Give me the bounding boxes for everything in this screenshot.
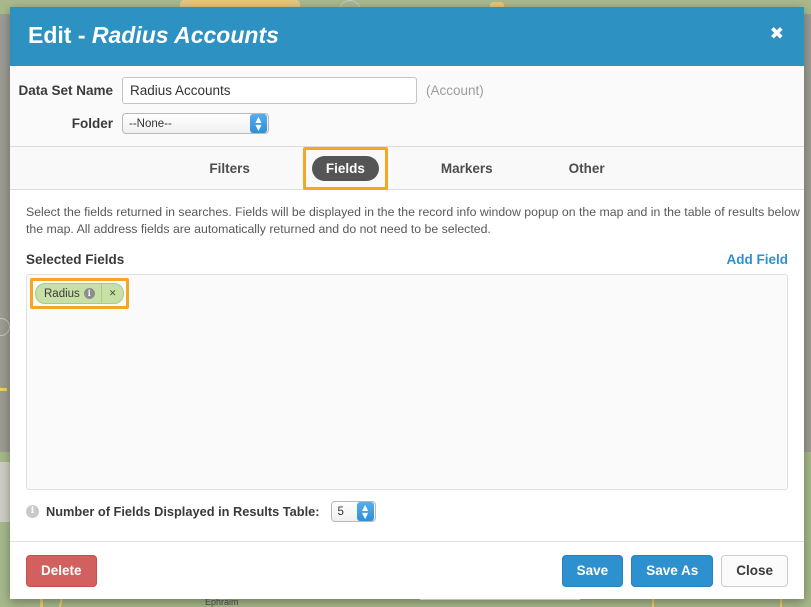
delete-button[interactable]: Delete	[26, 554, 97, 587]
tab-bar: Filters Fields Markers Other	[10, 146, 804, 190]
field-chip-label: Radius	[44, 287, 80, 300]
modal-header: Edit - Radius Accounts ✖	[10, 7, 804, 66]
num-fields-select-value: 5	[337, 505, 344, 518]
num-fields-label: Number of Fields Displayed in Results Ta…	[46, 504, 320, 519]
chevron-updown-icon: ▲ ▼	[356, 502, 374, 521]
selected-fields-label: Selected Fields	[26, 252, 125, 267]
info-icon[interactable]: i	[83, 288, 95, 299]
object-type-label: (Account)	[426, 83, 484, 98]
info-icon[interactable]: i	[26, 505, 39, 518]
folder-select[interactable]: --None-- ▲ ▼	[122, 113, 269, 134]
num-fields-select[interactable]: 5 ▲ ▼	[330, 501, 376, 522]
map-area-light	[0, 462, 10, 522]
dataset-name-label: Data Set Name	[18, 83, 113, 98]
selected-fields-box[interactable]: Radius i ✕	[26, 274, 788, 490]
tab-filters[interactable]: Filters	[195, 156, 264, 181]
num-fields-row: i Number of Fields Displayed in Results …	[26, 501, 788, 522]
save-as-button[interactable]: Save As	[631, 554, 714, 587]
dataset-meta-area: Data Set Name (Account) Folder --None-- …	[10, 66, 804, 147]
chevron-updown-icon: ▲ ▼	[250, 114, 267, 133]
dataset-name-input[interactable]	[122, 77, 417, 104]
field-chip-radius[interactable]: Radius i ✕	[35, 283, 125, 304]
selected-fields-header-row: Selected Fields Add Field	[26, 252, 788, 267]
tab-fields[interactable]: Fields	[302, 146, 388, 190]
tab-other[interactable]: Other	[555, 156, 619, 181]
save-button[interactable]: Save	[561, 554, 624, 587]
footer-right-actions: Save Save As Close	[561, 554, 788, 587]
folder-row: Folder --None-- ▲ ▼	[10, 110, 804, 137]
modal-title: Edit - Radius Accounts	[28, 22, 279, 49]
remove-icon[interactable]: ✕	[100, 284, 124, 303]
edit-dataset-modal: Edit - Radius Accounts ✖ Data Set Name (…	[10, 7, 804, 599]
close-button[interactable]: Close	[721, 554, 788, 587]
modal-title-name: Radius Accounts	[91, 22, 279, 48]
tab-markers[interactable]: Markers	[427, 156, 507, 181]
close-icon[interactable]: ✖	[770, 26, 784, 43]
field-chip-wrapper: Radius i ✕	[29, 278, 130, 309]
folder-select-value: --None--	[129, 117, 172, 130]
modal-footer: Delete Save Save As Close	[10, 541, 804, 599]
add-field-link[interactable]: Add Field	[727, 252, 789, 267]
modal-title-prefix: Edit -	[28, 22, 92, 48]
folder-label: Folder	[71, 116, 113, 131]
fields-tab-panel: Select the fields returned in searches. …	[10, 190, 804, 522]
map-road-segment	[0, 388, 7, 391]
dataset-name-row: Data Set Name (Account)	[10, 77, 804, 104]
fields-description: Select the fields returned in searches. …	[26, 205, 800, 236]
